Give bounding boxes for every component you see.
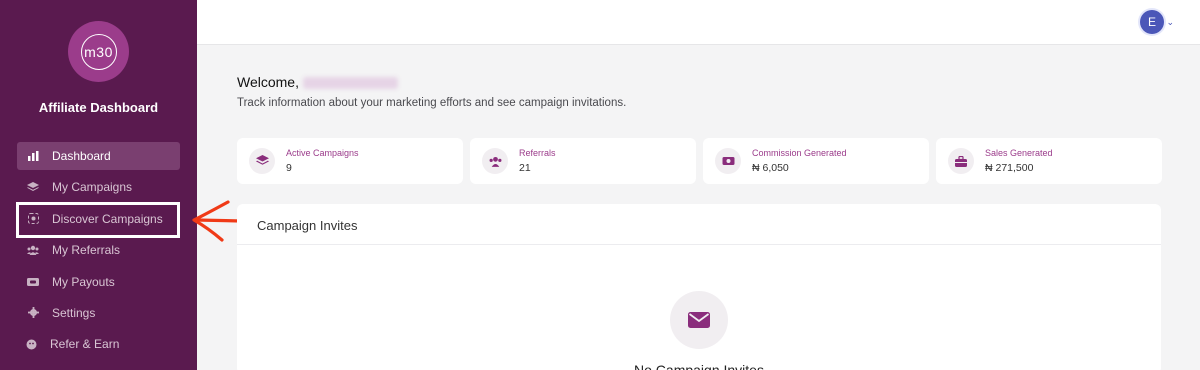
gift-icon: [25, 338, 37, 350]
cash-icon: [715, 148, 741, 174]
sidebar-item-dashboard[interactable]: Dashboard: [17, 142, 180, 170]
bar-chart-icon: [27, 150, 39, 162]
stat-value: ₦ 271,500: [985, 162, 1034, 174]
wallet-icon: [27, 276, 39, 288]
stat-label: Commission Generated: [752, 148, 847, 158]
stat-value: 9: [286, 162, 292, 174]
stat-label: Sales Generated: [985, 148, 1053, 158]
layers-icon: [249, 148, 275, 174]
briefcase-icon: [948, 148, 974, 174]
sidebar-item-my-campaigns[interactable]: My Campaigns: [17, 173, 180, 201]
topbar: E ⌄: [197, 0, 1200, 45]
chevron-down-icon[interactable]: ⌄: [1166, 17, 1174, 28]
logo-text: m30: [80, 33, 117, 70]
stat-value: 21: [519, 162, 531, 174]
stat-card-referrals: Referrals 21: [470, 138, 696, 184]
sidebar: m30 Affiliate Dashboard Dashboard My Cam…: [0, 0, 197, 370]
sidebar-item-label: Dashboard: [52, 149, 111, 163]
divider: [237, 244, 1161, 245]
sidebar-item-label: Discover Campaigns: [52, 211, 163, 226]
envelope-icon: [670, 291, 728, 349]
target-icon: [27, 213, 39, 225]
logo[interactable]: m30: [68, 21, 129, 82]
stat-card-sales: Sales Generated ₦ 271,500: [936, 138, 1162, 184]
empty-state-text: No Campaign Invites: [634, 362, 764, 370]
sidebar-item-my-payouts[interactable]: My Payouts: [17, 268, 180, 296]
users-icon: [482, 148, 508, 174]
sidebar-item-label: Settings: [52, 305, 96, 320]
brand-title: Affiliate Dashboard: [38, 100, 159, 115]
stat-value: ₦ 6,050: [752, 162, 789, 174]
sidebar-nav: Dashboard My Campaigns Discover Campaign…: [17, 142, 180, 362]
welcome-label: Welcome,: [237, 74, 299, 90]
stat-label: Active Campaigns: [286, 148, 359, 158]
avatar[interactable]: E: [1140, 10, 1164, 34]
panel-title: Campaign Invites: [257, 218, 358, 233]
sidebar-item-label: My Payouts: [52, 274, 115, 289]
stat-label: Referrals: [519, 148, 556, 158]
welcome-heading: Welcome,: [237, 74, 398, 90]
blurred-user-name: [302, 77, 398, 90]
sidebar-item-refer-earn[interactable]: Refer & Earn: [17, 330, 180, 358]
gear-icon: [27, 307, 39, 319]
campaign-invites-panel: Campaign Invites No Campaign Invites: [237, 204, 1161, 370]
stat-card-commission: Commission Generated ₦ 6,050: [703, 138, 929, 184]
sidebar-item-label: Refer & Earn: [50, 337, 120, 352]
sidebar-item-my-referrals[interactable]: My Referrals: [17, 236, 180, 264]
page-subtitle: Track information about your marketing e…: [237, 97, 627, 109]
users-icon: [27, 244, 39, 256]
sidebar-item-label: My Campaigns: [52, 180, 133, 195]
stat-card-active-campaigns: Active Campaigns 9: [237, 138, 463, 184]
sidebar-item-settings[interactable]: Settings: [17, 299, 180, 327]
sidebar-item-label: My Referrals: [52, 243, 121, 258]
sidebar-item-discover-campaigns[interactable]: Discover Campaigns: [17, 205, 180, 233]
layers-icon: [27, 181, 39, 193]
